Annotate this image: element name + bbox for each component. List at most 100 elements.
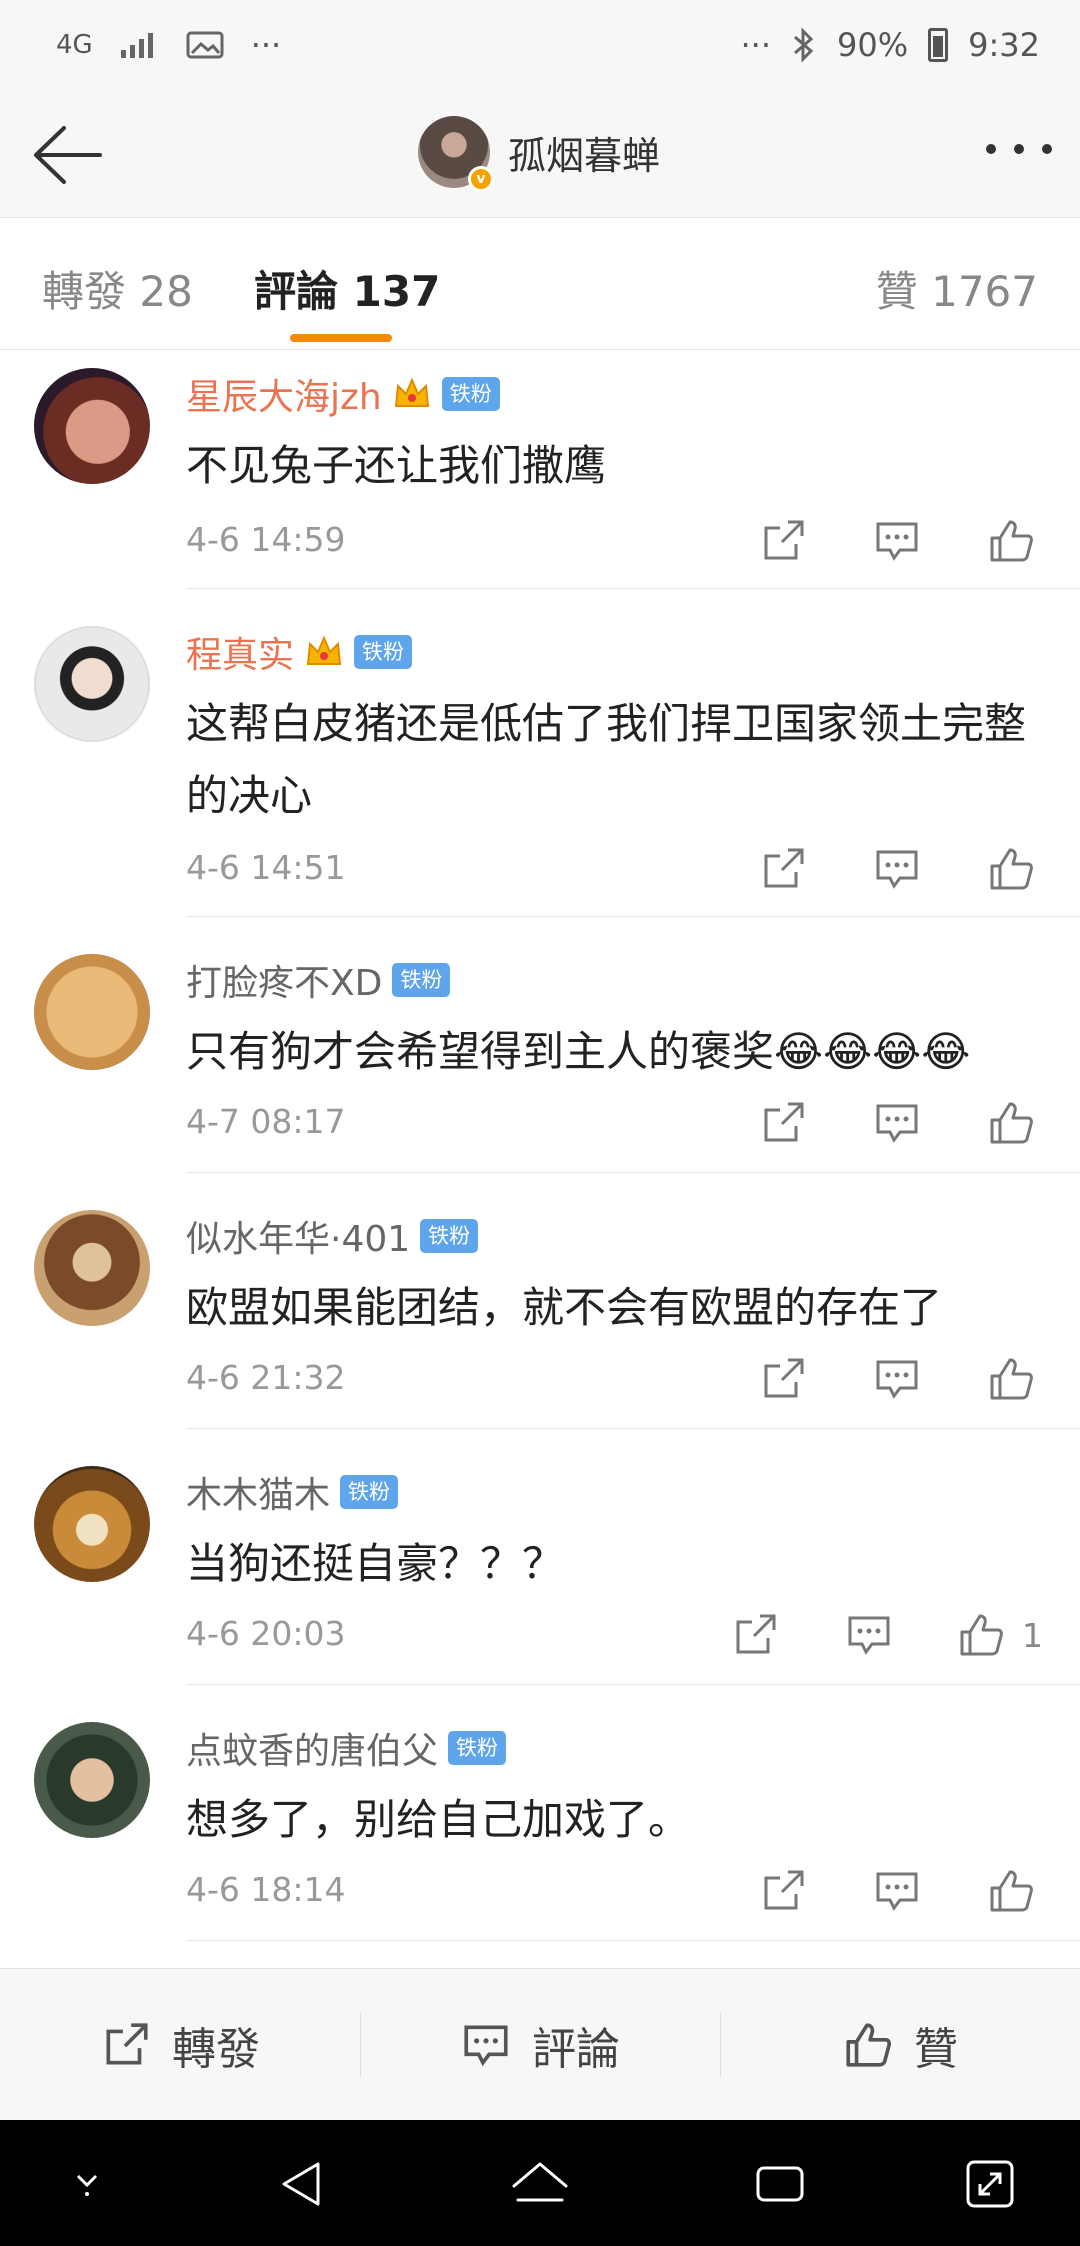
comment-time: 4-6 21:32: [186, 1358, 346, 1397]
more-notifications-icon: ···: [740, 26, 772, 64]
fan-badge: 铁粉: [354, 635, 413, 669]
hide-keyboard-icon[interactable]: [62, 2156, 112, 2206]
repost-icon[interactable]: [758, 516, 808, 566]
tab-repost[interactable]: 轉發 28: [42, 258, 193, 319]
like-icon[interactable]: [956, 1610, 1006, 1660]
comment-time: 4-6 14:59: [186, 520, 346, 559]
battery-icon: [928, 28, 949, 62]
comment-username[interactable]: 程真实: [186, 626, 294, 678]
like-icon: [846, 2022, 892, 2067]
avatar[interactable]: [34, 626, 150, 742]
comment-item: 木木猫木 铁粉 当狗还挺自豪？？？ 4-6 20:03 1: [0, 1448, 1080, 1688]
repost-button[interactable]: 轉發: [0, 1969, 360, 2120]
comment-label: 評論: [532, 2023, 620, 2075]
divider: [186, 916, 1080, 917]
home-icon[interactable]: [508, 2156, 572, 2212]
like-count: 1: [1022, 1616, 1043, 1655]
like-label: 贊: [914, 2023, 958, 2075]
avatar[interactable]: [34, 368, 150, 484]
system-nav-bar: [0, 2120, 1080, 2246]
repost-icon: [106, 2022, 148, 2064]
comment-time: 4-6 18:14: [186, 1870, 346, 1909]
back-arrow-icon[interactable]: [28, 120, 108, 190]
comment-username[interactable]: 似水年华·401: [186, 1210, 410, 1262]
comment-icon[interactable]: [872, 1354, 922, 1404]
signal-icon: [120, 33, 153, 58]
tab-bar: 轉發 28 評論 137 贊 1767: [0, 218, 1080, 350]
repost-icon[interactable]: [758, 1098, 808, 1148]
comment-username[interactable]: 星辰大海jzh: [186, 368, 382, 420]
comment-text: 欧盟如果能团结，就不会有欧盟的存在了: [186, 1283, 943, 1332]
comment-text: 当狗还挺自豪？？？: [186, 1539, 565, 1588]
avatar[interactable]: [34, 954, 150, 1070]
comment-icon: [464, 2025, 508, 2066]
comment-item: 似水年华·401 铁粉 欧盟如果能团结，就不会有欧盟的存在了 4-6 21:32: [0, 1192, 1080, 1432]
author-header[interactable]: v 孤烟暮蝉: [418, 116, 661, 192]
comment-icon[interactable]: [872, 844, 922, 894]
comment-time: 4-6 14:51: [186, 848, 346, 887]
like-button[interactable]: 贊: [720, 1969, 1080, 2120]
comment-username[interactable]: 点蚊香的唐伯父: [186, 1722, 438, 1774]
avatar[interactable]: [34, 1722, 150, 1838]
expand-icon[interactable]: [962, 2156, 1018, 2212]
page-title: 孤烟暮蝉: [508, 133, 661, 178]
divider: [186, 1940, 1080, 1941]
comment-item: 程真实 铁粉 这帮白皮猪还是低估了我们捍卫国家领土完整的决心 4-6 14:51: [0, 608, 1080, 918]
author-avatar[interactable]: v: [418, 116, 494, 192]
repost-icon[interactable]: [758, 1354, 808, 1404]
comment-time: 4-6 20:03: [186, 1614, 346, 1653]
clock: 9:32: [968, 26, 1040, 64]
divider: [186, 1684, 1080, 1685]
comment-text: 不见兔子还让我们撒鹰: [186, 441, 607, 490]
crown-icon: [306, 635, 342, 665]
comment-text: 只有狗才会希望得到主人的褒奖😂😂😂😂: [186, 1027, 971, 1076]
comment-item: 点蚊香的唐伯父 铁粉 想多了，别给自己加戏了。 4-6 18:14: [0, 1704, 1080, 1944]
comment-icon[interactable]: [872, 1866, 922, 1916]
image-icon: [186, 31, 224, 59]
back-icon[interactable]: [274, 2156, 330, 2212]
comment-item: 星辰大海jzh 铁粉 不见兔子还让我们撒鹰 4-6 14:59: [0, 350, 1080, 590]
comment-icon[interactable]: [872, 516, 922, 566]
comment-text: 想多了，别给自己加戏了。: [186, 1795, 691, 1844]
status-bar: 4G ··· ··· 90% 9:32: [0, 0, 1080, 90]
bottom-action-bar: 轉發 評論 贊: [0, 1968, 1080, 2120]
battery-percent: 90%: [837, 26, 909, 64]
crown-icon: [394, 377, 429, 407]
tab-likes[interactable]: 贊 1767: [876, 258, 1038, 319]
more-notifications-icon: ···: [250, 26, 282, 64]
divider: [186, 588, 1080, 589]
avatar[interactable]: [34, 1210, 150, 1326]
repost-icon[interactable]: [758, 844, 808, 894]
like-icon[interactable]: [986, 844, 1036, 894]
comment-icon[interactable]: [844, 1610, 894, 1660]
comment-username[interactable]: 木木猫木: [186, 1466, 330, 1518]
avatar[interactable]: [34, 1466, 150, 1582]
like-icon[interactable]: [986, 1098, 1036, 1148]
fan-badge: 铁粉: [448, 1731, 507, 1765]
more-options-icon[interactable]: [986, 144, 1052, 154]
fan-badge: 铁粉: [340, 1475, 399, 1509]
recents-icon[interactable]: [752, 2156, 808, 2212]
bluetooth-icon: [794, 27, 814, 63]
divider: [186, 1428, 1080, 1429]
active-tab-indicator: [290, 334, 392, 342]
tab-comments[interactable]: 評論 137: [254, 258, 440, 319]
comment-icon[interactable]: [872, 1098, 922, 1148]
fan-badge: 铁粉: [392, 963, 451, 997]
repost-icon[interactable]: [730, 1610, 780, 1660]
divider: [186, 1172, 1080, 1173]
comment-item: 打脸疼不XD 铁粉 只有狗才会希望得到主人的褒奖😂😂😂😂 4-7 08:17: [0, 936, 1080, 1176]
repost-label: 轉發: [172, 2023, 260, 2075]
comment-button[interactable]: 評論: [360, 1969, 720, 2120]
like-icon[interactable]: [986, 516, 1036, 566]
like-icon[interactable]: [986, 1866, 1036, 1916]
comment-text: 这帮白皮猪还是低估了我们捍卫国家领土完整的决心: [186, 699, 1027, 820]
repost-icon[interactable]: [758, 1866, 808, 1916]
like-icon[interactable]: [986, 1354, 1036, 1404]
comment-username[interactable]: 打脸疼不XD: [186, 954, 382, 1006]
comment-time: 4-7 08:17: [186, 1102, 346, 1141]
fan-badge: 铁粉: [420, 1219, 479, 1253]
verified-icon: v: [468, 166, 494, 192]
network-icon: 4G: [56, 30, 93, 60]
top-nav-bar: v 孤烟暮蝉: [0, 90, 1080, 218]
